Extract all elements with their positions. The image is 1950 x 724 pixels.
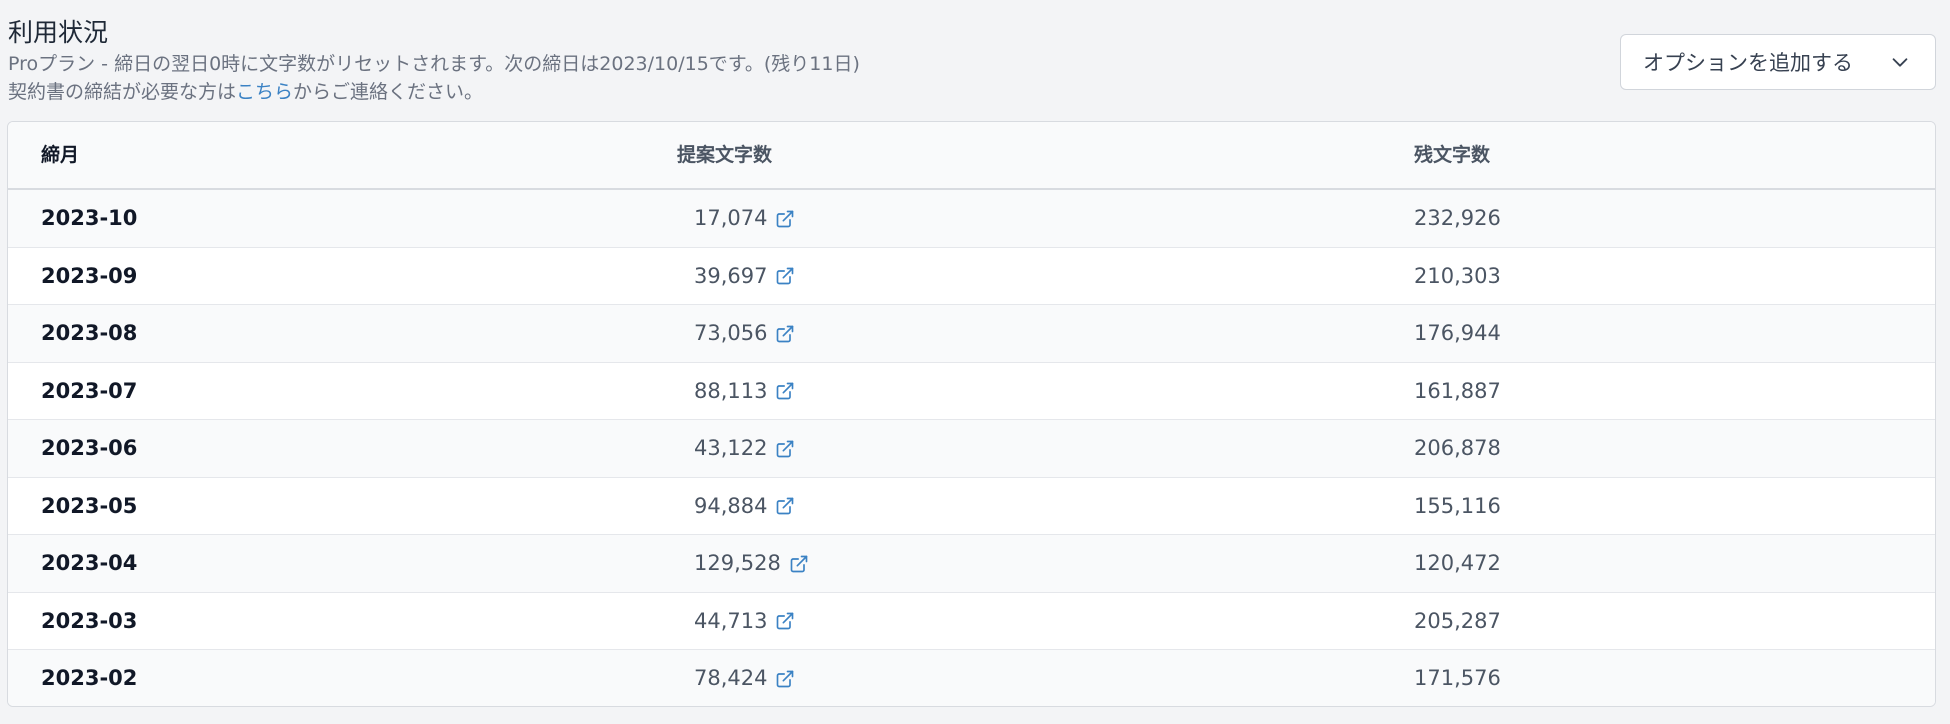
- usage-header: 利用状況 Proプラン - 締日の翌日0時に文字数がリセットされます。次の締日は…: [8, 16, 1108, 106]
- month-cell: 2023-07: [41, 378, 138, 403]
- remaining-cell: 232,926: [1414, 206, 1501, 230]
- remaining-cell: 161,887: [1414, 378, 1501, 403]
- external-link-icon[interactable]: [775, 381, 795, 401]
- proposed-cell: 17,074: [694, 190, 795, 247]
- proposed-value: 39,697: [694, 263, 768, 288]
- table-header: 締月 提案文字数 残文字数: [8, 122, 1935, 190]
- table-row: 2023-02 78,424 171,576: [8, 650, 1935, 706]
- proposed-cell: 94,884: [694, 478, 795, 535]
- proposed-value: 88,113: [694, 378, 768, 403]
- table-row: 2023-10 17,074 232,926: [8, 190, 1935, 248]
- column-header-month: 締月: [41, 144, 80, 166]
- contract-suffix: からご連絡ください。: [293, 81, 484, 103]
- proposed-value: 73,056: [694, 321, 768, 345]
- month-cell: 2023-08: [41, 321, 138, 345]
- remaining-cell: 120,472: [1414, 551, 1501, 575]
- remaining-cell: 155,116: [1414, 493, 1501, 518]
- proposed-cell: 43,122: [694, 420, 795, 477]
- proposed-cell: 39,697: [694, 248, 795, 305]
- month-cell: 2023-05: [41, 493, 138, 518]
- proposed-cell: 129,528: [694, 535, 809, 592]
- remaining-cell: 176,944: [1414, 321, 1501, 345]
- chevron-down-icon: [1892, 58, 1908, 67]
- external-link-icon[interactable]: [775, 611, 795, 631]
- contract-prefix: 契約書の締結が必要な方は: [8, 81, 237, 103]
- column-header-remaining: 残文字数: [1414, 144, 1491, 166]
- external-link-icon[interactable]: [775, 209, 795, 229]
- table-row: 2023-07 88,113 161,887: [8, 362, 1935, 420]
- table-row: 2023-05 94,884 155,116: [8, 477, 1935, 535]
- remaining-cell: 171,576: [1414, 666, 1501, 690]
- page-title: 利用状況: [8, 18, 109, 47]
- proposed-cell: 78,424: [694, 650, 795, 706]
- add-option-dropdown[interactable]: オプションを追加する: [1620, 34, 1936, 90]
- external-link-icon[interactable]: [775, 324, 795, 344]
- month-cell: 2023-06: [41, 436, 138, 460]
- proposed-cell: 88,113: [694, 363, 795, 420]
- proposed-value: 17,074: [694, 206, 768, 230]
- proposed-value: 129,528: [694, 551, 781, 575]
- column-header-proposed: 提案文字数: [677, 144, 773, 166]
- contact-link[interactable]: こちら: [236, 81, 293, 103]
- table-body: 2023-10 17,074 232,926 2023-09 39,697 210,303…: [8, 190, 1935, 706]
- month-cell: 2023-04: [41, 551, 138, 575]
- table-row: 2023-03 44,713 205,287: [8, 592, 1935, 650]
- month-cell: 2023-02: [41, 666, 138, 690]
- month-cell: 2023-10: [41, 206, 138, 230]
- contract-note: 契約書の締結が必要な方はこちらからご連絡ください。: [8, 78, 1108, 106]
- proposed-value: 94,884: [694, 493, 768, 518]
- table-row: 2023-04 129,528 120,472: [8, 535, 1935, 593]
- table-row: 2023-08 73,056 176,944: [8, 305, 1935, 363]
- table-row: 2023-06 43,122 206,878: [8, 420, 1935, 478]
- remaining-cell: 210,303: [1414, 263, 1501, 288]
- usage-page: 利用状況 Proプラン - 締日の翌日0時に文字数がリセットされます。次の締日は…: [0, 0, 1950, 724]
- external-link-icon[interactable]: [775, 439, 795, 459]
- proposed-value: 43,122: [694, 436, 768, 460]
- external-link-icon[interactable]: [789, 554, 809, 574]
- table-row: 2023-09 39,697 210,303: [8, 247, 1935, 305]
- external-link-icon[interactable]: [775, 496, 795, 516]
- proposed-cell: 44,713: [694, 593, 795, 650]
- month-cell: 2023-03: [41, 608, 138, 633]
- month-cell: 2023-09: [41, 263, 138, 288]
- proposed-cell: 73,056: [694, 305, 795, 362]
- remaining-cell: 205,287: [1414, 608, 1501, 633]
- plan-description: Proプラン - 締日の翌日0時に文字数がリセットされます。次の締日は2023/…: [8, 53, 860, 75]
- remaining-cell: 206,878: [1414, 436, 1501, 460]
- usage-table: 締月 提案文字数 残文字数 2023-10 17,074 232,926 2023-0…: [7, 121, 1936, 707]
- proposed-value: 44,713: [694, 608, 768, 633]
- external-link-icon[interactable]: [775, 669, 795, 689]
- external-link-icon[interactable]: [775, 266, 795, 286]
- add-option-label: オプションを追加する: [1643, 51, 1853, 75]
- proposed-value: 78,424: [694, 666, 768, 690]
